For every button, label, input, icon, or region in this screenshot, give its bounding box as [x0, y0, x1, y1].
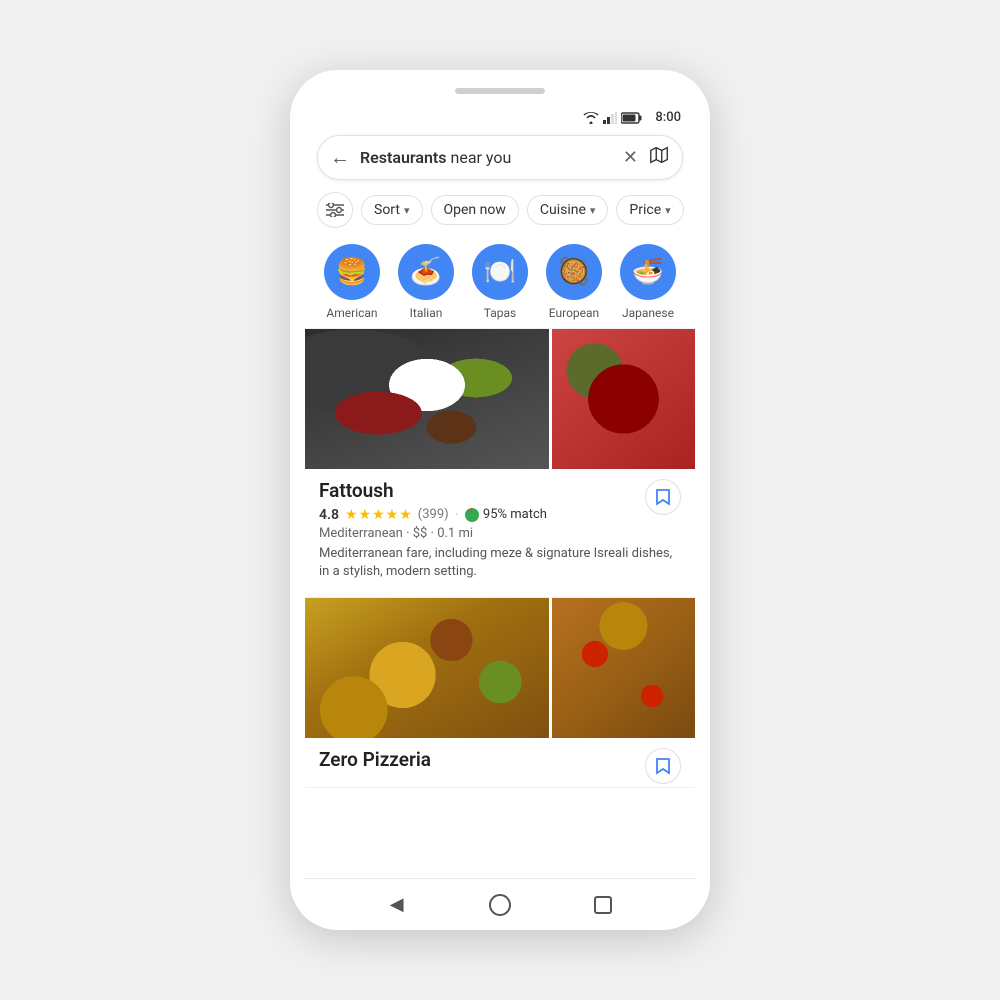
star-4: ★ [386, 507, 399, 523]
nav-back-button[interactable]: ◀ [379, 887, 415, 923]
cuisine-arrow: ▾ [590, 204, 596, 217]
price-range: $$ [413, 526, 428, 541]
nav-home-icon [489, 894, 511, 916]
wifi-icon [583, 112, 599, 124]
category-japanese[interactable]: 🍜 Japanese [618, 244, 678, 320]
restaurant-image-fattoush-main [305, 329, 549, 469]
restaurant-name-pizza: Zero Pizzeria [319, 748, 681, 771]
back-button[interactable]: ← [330, 145, 350, 170]
bookmark-button-pizza[interactable] [645, 748, 681, 784]
cuisine-type: Mediterranean [319, 526, 403, 541]
restaurant-image-pizza-main [305, 598, 549, 738]
rating-row-fattoush: 4.8 ★ ★ ★ ★ ★ (399) · 95% match [319, 505, 681, 524]
search-query-bold: Restaurants [360, 148, 447, 167]
price-arrow: ▾ [665, 204, 671, 217]
open-now-filter-button[interactable]: Open now [431, 195, 519, 225]
price-filter-button[interactable]: Price ▾ [616, 195, 683, 225]
stars-fattoush: ★ ★ ★ ★ ★ [345, 507, 412, 523]
category-row: 🍔 American 🍝 Italian 🍽️ Tapas 🥘 European… [305, 236, 695, 329]
restaurant-card-fattoush[interactable]: Fattoush 4.8 ★ ★ ★ ★ ★ (399) · [305, 329, 695, 598]
sort-arrow: ▾ [404, 204, 410, 217]
status-icons [583, 112, 643, 124]
map-icon[interactable] [648, 144, 670, 171]
rating-count: (399) [418, 507, 449, 522]
category-tapas-label: Tapas [484, 306, 516, 320]
search-bar-icons: ✕ [623, 144, 670, 171]
category-italian-icon: 🍝 [398, 244, 454, 300]
search-query-rest: near you [447, 148, 512, 167]
signal-icon [603, 112, 617, 124]
category-italian[interactable]: 🍝 Italian [396, 244, 456, 320]
category-japanese-label: Japanese [622, 306, 674, 320]
category-tapas-icon: 🍽️ [472, 244, 528, 300]
match-text: 95% match [483, 507, 547, 522]
restaurant-description: Mediterranean fare, including meze & sig… [319, 545, 681, 581]
clear-icon[interactable]: ✕ [623, 147, 638, 168]
category-european-label: European [549, 306, 599, 320]
restaurant-meta-fattoush: Mediterranean · $$ · 0.1 mi [319, 526, 681, 541]
search-bar[interactable]: ← Restaurants near you ✕ [317, 135, 683, 180]
phone-notch [455, 88, 545, 94]
bookmark-button-fattoush[interactable] [645, 479, 681, 515]
filter-icon-button[interactable] [317, 192, 353, 228]
category-european-icon: 🥘 [546, 244, 602, 300]
sort-label: Sort [374, 202, 400, 218]
status-time: 8:00 [655, 110, 681, 125]
status-bar: 8:00 [305, 104, 695, 129]
dot-separator: · [455, 505, 459, 524]
meta-sep1: · [406, 526, 413, 541]
nav-back-icon: ◀ [390, 894, 404, 915]
cuisine-label: Cuisine [540, 202, 586, 218]
star-3: ★ [372, 507, 385, 523]
phone-frame: 8:00 ← Restaurants near you ✕ [290, 70, 710, 930]
rating-number: 4.8 [319, 507, 339, 523]
category-american-label: American [326, 306, 377, 320]
category-american[interactable]: 🍔 American [322, 244, 382, 320]
restaurant-images-fattoush [305, 329, 695, 469]
filter-bar: Sort ▾ Open now Cuisine ▾ Price ▾ [305, 188, 695, 236]
battery-icon [621, 112, 643, 124]
star-half: ★ [399, 507, 412, 523]
open-now-label: Open now [444, 202, 506, 218]
star-1: ★ [345, 507, 358, 523]
match-badge: 95% match [465, 507, 547, 522]
distance: 0.1 mi [437, 526, 473, 541]
match-dot-icon [465, 508, 479, 522]
bottom-nav: ◀ [305, 878, 695, 930]
cuisine-filter-button[interactable]: Cuisine ▾ [527, 195, 609, 225]
category-european[interactable]: 🥘 European [544, 244, 604, 320]
nav-square-icon [594, 896, 612, 914]
category-japanese-icon: 🍜 [620, 244, 676, 300]
restaurant-image-pizza-side [552, 598, 695, 738]
phone-screen: 8:00 ← Restaurants near you ✕ [305, 104, 695, 930]
restaurant-image-fattoush-side [552, 329, 695, 469]
search-bar-wrap: ← Restaurants near you ✕ [305, 129, 695, 188]
nav-home-button[interactable] [482, 887, 518, 923]
star-2: ★ [359, 507, 372, 523]
restaurant-info-fattoush: Fattoush 4.8 ★ ★ ★ ★ ★ (399) · [305, 469, 695, 585]
restaurant-card-pizza[interactable]: Zero Pizzeria [305, 598, 695, 788]
category-tapas[interactable]: 🍽️ Tapas [470, 244, 530, 320]
sort-filter-button[interactable]: Sort ▾ [361, 195, 423, 225]
category-american-icon: 🍔 [324, 244, 380, 300]
category-italian-label: Italian [410, 306, 443, 320]
restaurant-list: Fattoush 4.8 ★ ★ ★ ★ ★ (399) · [305, 329, 695, 878]
restaurant-name-fattoush: Fattoush [319, 479, 681, 502]
restaurant-images-pizza [305, 598, 695, 738]
nav-recents-button[interactable] [585, 887, 621, 923]
search-text: Restaurants near you [360, 148, 613, 167]
price-label: Price [629, 202, 661, 218]
